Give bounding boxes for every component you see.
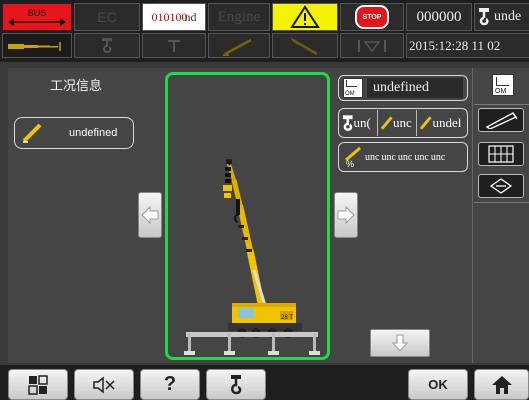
home-icon (491, 375, 512, 394)
engine-indicator: Engine (208, 3, 270, 31)
om-mode-button[interactable]: OM (492, 74, 514, 96)
engine-label: Engine (217, 8, 261, 25)
hook-outline-icon (102, 37, 112, 53)
percent-value-5: unc (430, 151, 446, 163)
hook-boom-readouts: un( unc undel (338, 108, 468, 138)
bidirectional-arrow-icon (8, 17, 66, 26)
warning-triangle-icon (290, 5, 320, 28)
om-value: undefined (373, 80, 429, 95)
percent-value-4: unc (414, 151, 429, 163)
boom-length-indicator (2, 33, 72, 58)
arrow-left-icon (141, 205, 159, 225)
om-mode-label: OM (495, 88, 507, 95)
stop-icon: STOP (355, 5, 389, 29)
menu-button[interactable] (8, 369, 68, 400)
bus-indicator: BUS (2, 3, 72, 31)
code-value: 010100 (151, 9, 188, 24)
counterweight-icon (168, 39, 180, 52)
hook-select-button[interactable] (206, 369, 266, 400)
ec-indicator: EC (74, 3, 140, 31)
counter-display: 000000 (406, 3, 472, 31)
slew-outline-icon (489, 178, 513, 194)
percent-value-1: unc (365, 151, 380, 163)
jib-value: undel (432, 115, 462, 130)
crane-camera-view: 28 T (165, 72, 330, 360)
stop-indicator-cell: STOP (340, 3, 404, 31)
toolbar-divider (474, 104, 529, 105)
boom-mode-button[interactable] (478, 108, 524, 132)
hook-load-icon (342, 115, 353, 131)
boom-length-small-icon (380, 116, 393, 130)
om-readout: OM undefined (338, 75, 468, 101)
ok-button[interactable]: OK (408, 369, 468, 400)
hook-icon (479, 8, 489, 26)
counter-value: 000000 (416, 8, 462, 25)
telescopic-boom-icon (8, 41, 61, 51)
arrow-down-icon (391, 334, 409, 352)
stop-label: STOP (362, 13, 382, 21)
grid-menu-icon (28, 374, 48, 395)
help-label: ? (163, 373, 177, 395)
code-display: 010100nd (142, 3, 206, 31)
ok-label: OK (428, 377, 448, 392)
mobile-crane-image: 28 T (184, 159, 320, 355)
next-camera-button[interactable] (334, 192, 358, 238)
boom-length-value: undefined (69, 127, 118, 139)
hook-load-value: un( (353, 115, 371, 130)
scroll-down-button[interactable] (370, 329, 430, 357)
grid-outrigger-icon (488, 145, 514, 163)
jib-angle-icon (290, 36, 318, 55)
om-label: OM (345, 91, 355, 97)
hook-button-icon (231, 374, 242, 394)
hook-value: unde (494, 9, 522, 24)
previous-camera-button[interactable] (138, 192, 162, 238)
percent-value-2: unc (381, 151, 396, 163)
hook-display: unde (474, 3, 529, 31)
datetime-value: 2015:12:28 11 02 (409, 37, 501, 53)
boom-angle-status-cell (208, 33, 270, 58)
jib-small-icon (419, 116, 432, 130)
om-value-box: undefined (367, 78, 463, 98)
load-percent-readout: % unc unc unc unc unc (338, 142, 468, 172)
crane-plate: 28 T (281, 315, 293, 321)
counterweight-status-cell (142, 33, 206, 58)
boom-outline-icon (485, 112, 518, 129)
hook-status-cell (74, 33, 140, 58)
boom-angle-value: unc (392, 115, 412, 130)
arrow-right-icon (337, 205, 355, 225)
work-info-title: 工况信息 (50, 78, 103, 93)
om-icon: OM (343, 78, 363, 98)
outrigger-status-cell (340, 33, 404, 58)
percent-value-3: unc (397, 151, 413, 163)
code-suffix: nd (184, 9, 197, 24)
slew-mode-button[interactable] (478, 174, 524, 198)
warning-indicator (272, 3, 338, 31)
datetime-display: 2015:12:28 11 02 (406, 33, 529, 58)
home-button[interactable] (474, 369, 529, 400)
boom-angle-icon (223, 38, 252, 56)
speaker-mute-icon (93, 375, 115, 394)
outrigger-mode-button[interactable] (478, 142, 524, 166)
help-button[interactable]: ? (140, 369, 200, 400)
bus-label: BUS (27, 7, 47, 18)
ec-label: EC (97, 9, 117, 25)
jib-angle-status-cell (272, 33, 338, 58)
svg-text:%: % (346, 159, 354, 168)
toolbar-divider-2 (474, 202, 529, 203)
mute-button[interactable] (74, 369, 134, 400)
boom-icon (22, 123, 42, 143)
boom-length-readout: undefined (14, 117, 134, 149)
outrigger-icon (358, 39, 386, 52)
load-percent-icon: % (345, 146, 361, 168)
